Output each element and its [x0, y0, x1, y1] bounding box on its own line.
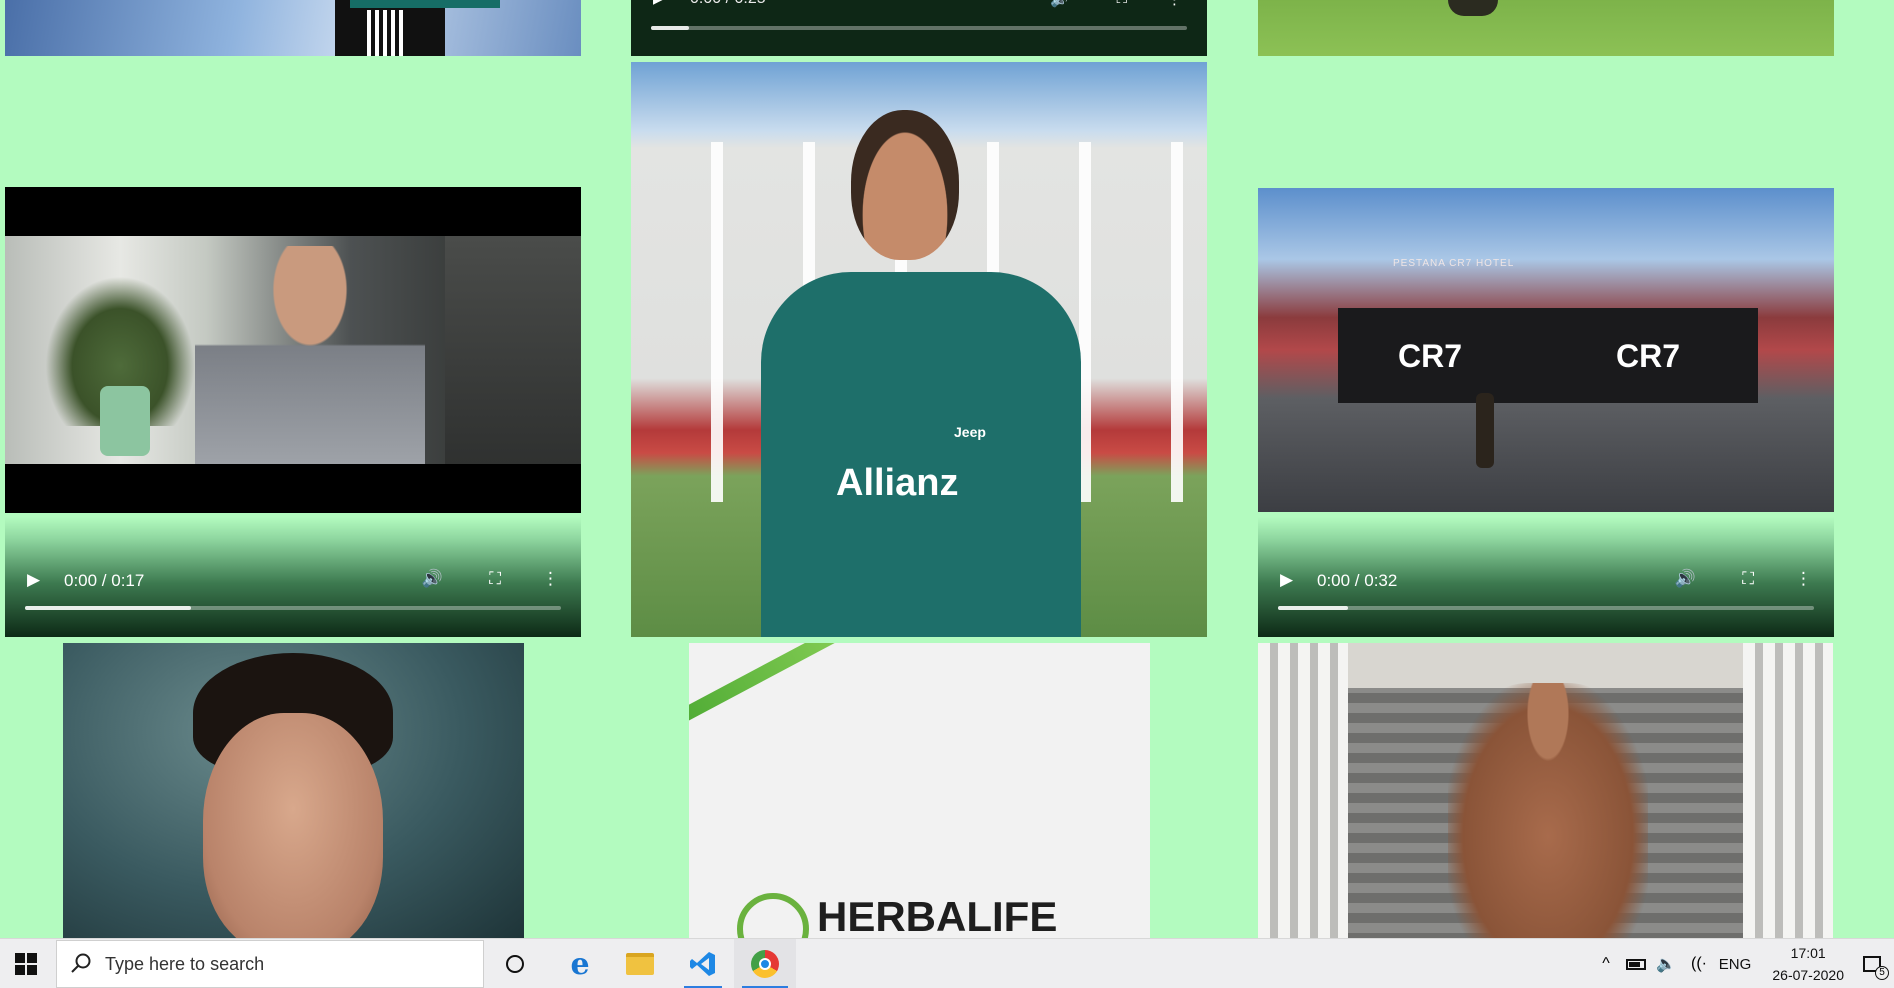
video-time: 0:00 / 0:17 [64, 571, 145, 590]
folder-icon [626, 953, 654, 975]
jersey-brand: Jeep [954, 424, 986, 440]
video-progress-fill [1278, 606, 1348, 610]
herbalife-leaf-icon [737, 893, 809, 938]
fullscreen-icon[interactable]: ⛶ [489, 569, 501, 589]
right-room [445, 236, 581, 464]
office-scene [5, 236, 581, 464]
video-time: 0:00 / 0:32 [1317, 571, 1398, 590]
person [195, 246, 425, 464]
chrome-app-button[interactable] [734, 939, 796, 988]
balustrade-right [1743, 643, 1833, 938]
player-head [851, 110, 959, 260]
fullscreen-icon[interactable]: ⛶ [1116, 0, 1127, 7]
play-icon[interactable]: ▶ [1280, 570, 1293, 590]
video-progress-track[interactable] [1278, 606, 1814, 610]
hotel-sign: PESTANA CR7 HOTEL [1393, 258, 1515, 269]
start-button[interactable] [0, 939, 52, 988]
vscode-app-button[interactable] [676, 939, 730, 988]
cortana-button[interactable] [490, 939, 540, 988]
volume-icon[interactable]: 🔊 [422, 569, 443, 589]
video-controls: ▶ 0:00 / 0:32 🔊 ⛶ ⋮ [1258, 517, 1834, 637]
more-options-icon[interactable]: ⋮ [1795, 569, 1812, 589]
video-time: 0:00 / 0:25 [690, 0, 766, 8]
photo-top-left [5, 0, 581, 56]
show-hidden-icons-button[interactable]: ^ [1594, 939, 1618, 988]
video-progress-track[interactable] [651, 26, 1187, 30]
jersey-sponsor: Allianz [836, 462, 959, 504]
statue [1476, 393, 1494, 468]
wifi-icon: ((· [1691, 955, 1707, 972]
volume-icon[interactable]: 🔊 [1050, 0, 1069, 8]
photo-stairs [1258, 643, 1833, 938]
language-button[interactable]: ENG [1716, 939, 1754, 988]
photo-herbalife: HERBALIFE [689, 643, 1150, 938]
video-progress-fill [25, 606, 192, 610]
vase [100, 386, 150, 456]
chevron-up-icon: ^ [1602, 955, 1610, 972]
photo-top-right [1258, 0, 1834, 56]
video-frame: PESTANA CR7 HOTEL CR7 CR7 [1258, 188, 1834, 512]
photo-young-portrait [63, 643, 524, 938]
play-icon[interactable]: ▶ [653, 0, 664, 7]
portrait-face [203, 713, 383, 938]
clock-time: 17:01 [1790, 945, 1826, 961]
search-placeholder: Type here to search [105, 953, 265, 974]
edge-icon: e [570, 946, 590, 982]
video-mid-left[interactable]: ▶ 0:00 / 0:17 🔊 ⛶ ⋮ [5, 187, 581, 637]
more-options-icon[interactable]: ⋮ [542, 569, 559, 589]
cortana-icon [506, 955, 524, 973]
battery-button[interactable] [1622, 939, 1650, 988]
player-jersey [761, 272, 1081, 637]
green-swoosh [689, 643, 879, 733]
language-indicator: ENG [1718, 955, 1752, 973]
clock-date: 26-07-2020 [1772, 967, 1844, 983]
herbalife-logo: HERBALIFE [817, 893, 1058, 938]
video-progress-fill [651, 26, 689, 30]
notification-icon: 5 [1863, 956, 1889, 980]
video-progress-track[interactable] [25, 606, 561, 610]
video-controls: ▶ 0:00 / 0:17 🔊 ⛶ ⋮ [5, 517, 581, 637]
battery-icon [1626, 958, 1646, 970]
video-frame [5, 187, 581, 513]
more-options-icon[interactable]: ⋮ [1167, 0, 1182, 8]
windows-logo-icon [15, 953, 37, 975]
photo-jersey: Allianz Jeep [631, 62, 1207, 637]
chrome-icon [751, 950, 779, 978]
football-boot [1448, 0, 1498, 16]
volume-button[interactable]: 🔈 [1652, 939, 1680, 988]
search-icon [71, 953, 91, 973]
vscode-icon [690, 952, 715, 976]
athlete [1448, 683, 1648, 938]
jersey-strip [350, 0, 500, 8]
file-explorer-button[interactable] [614, 939, 666, 988]
speaker-icon: 🔈 [1656, 956, 1676, 973]
balustrade-left [1258, 643, 1348, 938]
edge-app-button[interactable]: e [554, 939, 606, 988]
taskbar: Type here to search e ^ 🔈 ((· ENG 17:01 … [0, 938, 1894, 988]
action-center-button[interactable]: 5 [1850, 939, 1894, 988]
clock[interactable]: 17:01 26-07-2020 [1772, 942, 1844, 986]
stripe [367, 10, 407, 56]
volume-icon[interactable]: 🔊 [1675, 569, 1696, 589]
taskbar-search-box[interactable]: Type here to search [56, 940, 484, 988]
cr7-logo-right: CR7 [1616, 338, 1681, 374]
wifi-button[interactable]: ((· [1684, 939, 1714, 988]
play-icon[interactable]: ▶ [27, 570, 40, 590]
fullscreen-icon[interactable]: ⛶ [1742, 569, 1754, 589]
video-top-middle[interactable]: ▶ 0:00 / 0:25 🔊 ⛶ ⋮ [631, 0, 1207, 56]
video-mid-right[interactable]: PESTANA CR7 HOTEL CR7 CR7 ▶ 0:00 / 0:32 … [1258, 188, 1834, 637]
notification-badge: 5 [1875, 966, 1889, 980]
cr7-logo-left: CR7 [1398, 338, 1463, 374]
